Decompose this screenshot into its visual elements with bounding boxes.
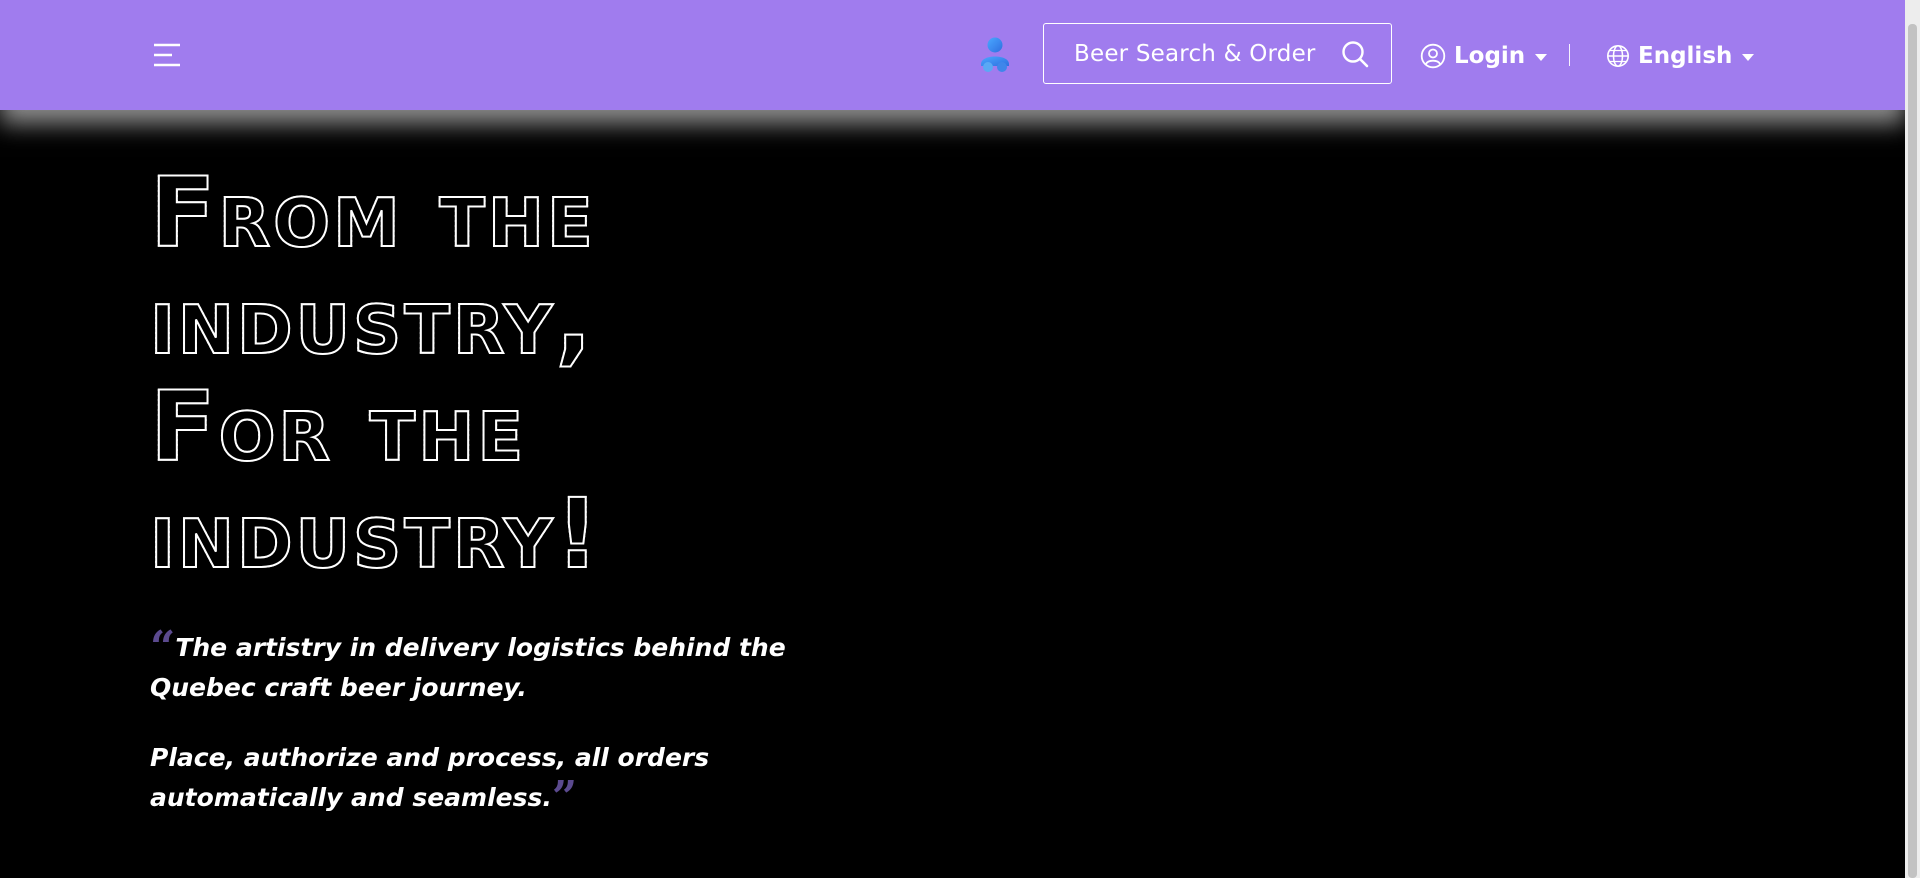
scrollbar-thumb[interactable] (1908, 24, 1917, 878)
vertical-scrollbar[interactable] (1905, 0, 1920, 878)
hero-title-line: From the (149, 159, 910, 268)
beer-search-input[interactable]: Beer Search & Order (1043, 23, 1392, 84)
search-placeholder: Beer Search & Order (1074, 40, 1316, 67)
globe-icon (1607, 45, 1629, 67)
quote-paragraph: “The artistry in delivery logistics behi… (150, 626, 840, 708)
page: Beer Search & Order Login English From t… (0, 0, 1920, 878)
open-quote-icon: “ (150, 622, 176, 673)
login-label: Login (1454, 43, 1526, 69)
hero-title-line: industry! (149, 480, 910, 589)
chevron-down-icon (1535, 54, 1548, 61)
hamburger-menu-icon (154, 43, 180, 67)
quote-text: Place, authorize and process, all orders… (150, 743, 710, 812)
language-selector[interactable]: English (1606, 38, 1755, 74)
top-navigation-bar: Beer Search & Order Login English (0, 0, 1905, 110)
hamburger-menu-button[interactable] (150, 40, 184, 70)
hero-quote: “The artistry in delivery logistics behi… (150, 626, 840, 848)
hero-title-line: industry, (149, 266, 910, 375)
login-dropdown[interactable]: Login (1420, 38, 1548, 74)
hero-title-line: For the (149, 373, 910, 482)
close-quote-icon: ” (551, 772, 578, 823)
quote-paragraph: Place, authorize and process, all orders… (150, 738, 840, 820)
quote-text: The artistry in delivery logistics behin… (150, 633, 786, 702)
nav-divider (1569, 44, 1570, 66)
hero-title: From the industry, For the industry! (149, 159, 910, 589)
language-label: English (1638, 43, 1733, 69)
user-circle-icon (1420, 43, 1446, 69)
search-icon[interactable] (1341, 40, 1369, 68)
chevron-down-icon (1742, 54, 1755, 61)
user-group-icon[interactable] (978, 36, 1012, 74)
